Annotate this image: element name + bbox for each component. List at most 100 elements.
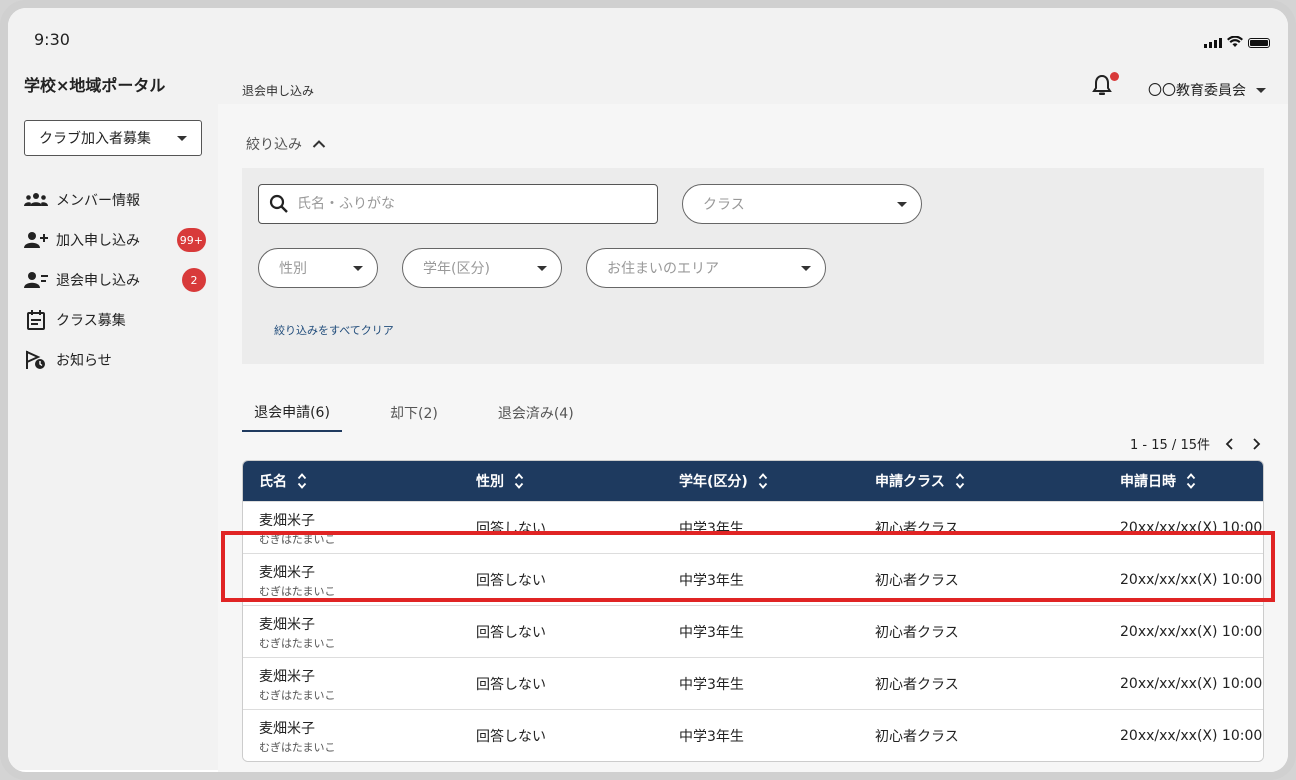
grade-cell: 中学3年生	[679, 625, 744, 641]
class-select[interactable]: クラス	[682, 184, 922, 224]
grade-cell: 中学3年生	[679, 521, 744, 537]
search-icon	[269, 194, 288, 213]
wifi-icon	[1227, 36, 1243, 47]
remove-person-icon	[24, 270, 48, 290]
date-cell: 20xx/xx/xx(X) 10:00	[1120, 572, 1263, 588]
table-row[interactable]: 麦畑米子 むぎはたまいこ 回答しない 中学3年生 初心者クラス 20xx/xx/…	[243, 657, 1263, 709]
caret-down-icon	[897, 201, 907, 207]
sidebar-item-join-requests[interactable]: 加入申し込み 99+	[24, 220, 206, 260]
gender-select-placeholder: 性別	[279, 261, 307, 277]
applications-table: 氏名 性別 学年(区分) 申請クラス 申請日時 麦畑米子 むぎはたまいこ 回答し…	[242, 460, 1264, 762]
search-field[interactable]	[258, 184, 658, 224]
column-header-label: 氏名	[259, 474, 287, 490]
tab-leave-requested[interactable]: 退会申請(6)	[242, 394, 342, 432]
column-header-grade[interactable]: 学年(区分)	[679, 461, 768, 501]
member-kana: むぎはたまいこ	[259, 740, 336, 754]
member-name: 麦畑米子	[259, 512, 315, 529]
app-brand: 学校×地域ポータル	[24, 76, 166, 95]
column-header-date[interactable]: 申請日時	[1120, 461, 1196, 501]
table-header: 氏名 性別 学年(区分) 申請クラス 申請日時	[243, 461, 1263, 501]
table-row[interactable]: 麦畑米子 むぎはたまいこ 回答しない 中学3年生 初心者クラス 20xx/xx/…	[243, 605, 1263, 657]
sort-icon	[297, 473, 307, 489]
filter-panel: クラス 性別 学年(区分) お住まいのエリア 絞り込みをすべてクリア	[242, 168, 1264, 364]
status-tabs: 退会申請(6) 却下(2) 退会済み(4)	[242, 394, 622, 432]
filter-toggle[interactable]: 絞り込み	[246, 134, 326, 154]
area-select-placeholder: お住まいのエリア	[607, 261, 719, 277]
notification-dot	[1110, 72, 1119, 81]
class-select-placeholder: クラス	[703, 197, 745, 213]
bell-icon[interactable]	[1092, 74, 1112, 96]
breadcrumb: 退会申し込み	[242, 84, 315, 98]
join-requests-badge: 99+	[176, 228, 206, 252]
gender-cell: 回答しない	[476, 521, 546, 537]
date-cell: 20xx/xx/xx(X) 10:00	[1120, 728, 1263, 744]
tab-withdrawn[interactable]: 退会済み(4)	[486, 394, 586, 432]
org-menu[interactable]: 〇〇教育委員会	[1148, 80, 1266, 100]
add-person-icon	[24, 230, 48, 250]
class-cell: 初心者クラス	[875, 521, 959, 537]
sidebar: 学校×地域ポータル クラブ加入者募集 メンバー情報 加入申し込み 99+ 退会申…	[8, 60, 218, 770]
name-cell: 麦畑米子 むぎはたまいこ	[259, 658, 335, 710]
caret-down-icon	[801, 265, 811, 271]
chevron-up-icon	[312, 140, 326, 148]
gender-cell: 回答しない	[476, 625, 546, 641]
column-header-label: 申請クラス	[875, 474, 945, 490]
sidebar-item-class-recruit[interactable]: クラス募集	[24, 300, 204, 340]
class-cell: 初心者クラス	[875, 625, 959, 641]
sort-icon	[514, 473, 524, 489]
org-name: 〇〇教育委員会	[1148, 83, 1246, 99]
member-name: 麦畑米子	[259, 564, 315, 581]
name-cell: 麦畑米子 むぎはたまいこ	[259, 502, 335, 554]
filter-toggle-label: 絞り込み	[246, 137, 302, 153]
members-icon	[24, 190, 48, 210]
sidebar-item-leave-requests[interactable]: 退会申し込み 2	[24, 260, 206, 300]
column-header-label: 申請日時	[1120, 474, 1176, 490]
announcement-icon	[24, 350, 48, 370]
chevron-right-icon[interactable]	[1250, 437, 1262, 451]
column-header-gender[interactable]: 性別	[476, 461, 524, 501]
sidebar-item-label: お知らせ	[56, 353, 112, 369]
table-row[interactable]: 麦畑米子 むぎはたまいこ 回答しない 中学3年生 初心者クラス 20xx/xx/…	[243, 501, 1263, 553]
table-row[interactable]: 麦畑米子 むぎはたまいこ 回答しない 中学3年生 初心者クラス 20xx/xx/…	[243, 553, 1263, 605]
date-cell: 20xx/xx/xx(X) 10:00	[1120, 520, 1263, 536]
member-name: 麦畑米子	[259, 616, 315, 633]
name-cell: 麦畑米子 むぎはたまいこ	[259, 554, 335, 606]
status-time: 9:30	[34, 30, 70, 49]
column-header-label: 性別	[476, 474, 504, 490]
caret-down-icon	[537, 265, 547, 271]
member-name: 麦畑米子	[259, 668, 315, 685]
member-kana: むぎはたまいこ	[259, 584, 336, 598]
top-bar: 退会申し込み 〇〇教育委員会	[218, 60, 1288, 104]
club-select[interactable]: クラブ加入者募集	[24, 120, 202, 156]
date-cell: 20xx/xx/xx(X) 10:00	[1120, 676, 1263, 692]
sidebar-nav: メンバー情報 加入申し込み 99+ 退会申し込み 2 クラス募集 お知らせ	[24, 180, 206, 380]
chevron-left-icon[interactable]	[1224, 437, 1236, 451]
area-select[interactable]: お住まいのエリア	[586, 248, 826, 288]
grade-select[interactable]: 学年(区分)	[402, 248, 562, 288]
gender-select[interactable]: 性別	[258, 248, 378, 288]
column-header-name[interactable]: 氏名	[259, 461, 307, 501]
sidebar-item-label: 加入申し込み	[56, 233, 140, 249]
table-row[interactable]: 麦畑米子 むぎはたまいこ 回答しない 中学3年生 初心者クラス 20xx/xx/…	[243, 709, 1263, 761]
member-kana: むぎはたまいこ	[259, 636, 336, 650]
grade-cell: 中学3年生	[679, 729, 744, 745]
search-input[interactable]	[297, 196, 637, 212]
date-cell: 20xx/xx/xx(X) 10:00	[1120, 624, 1263, 640]
device-frame: 9:30 学校×地域ポータル クラブ加入者募集 メンバー情報 加入申し込み 99…	[0, 0, 1296, 780]
member-kana: むぎはたまいこ	[259, 688, 336, 702]
column-header-class[interactable]: 申請クラス	[875, 461, 965, 501]
sort-icon	[1186, 473, 1196, 489]
grade-cell: 中学3年生	[679, 573, 744, 589]
sidebar-item-label: 退会申し込み	[56, 273, 140, 289]
sidebar-item-members[interactable]: メンバー情報	[24, 180, 204, 220]
caret-down-icon	[1256, 87, 1266, 93]
sort-icon	[758, 473, 767, 489]
calendar-icon	[24, 310, 48, 330]
class-cell: 初心者クラス	[875, 729, 959, 745]
grade-cell: 中学3年生	[679, 677, 744, 693]
sort-icon	[955, 473, 964, 489]
clear-filters-link[interactable]: 絞り込みをすべてクリア	[274, 322, 394, 338]
name-cell: 麦畑米子 むぎはたまいこ	[259, 606, 335, 658]
tab-rejected[interactable]: 却下(2)	[378, 394, 450, 432]
sidebar-item-announcements[interactable]: お知らせ	[24, 340, 204, 380]
